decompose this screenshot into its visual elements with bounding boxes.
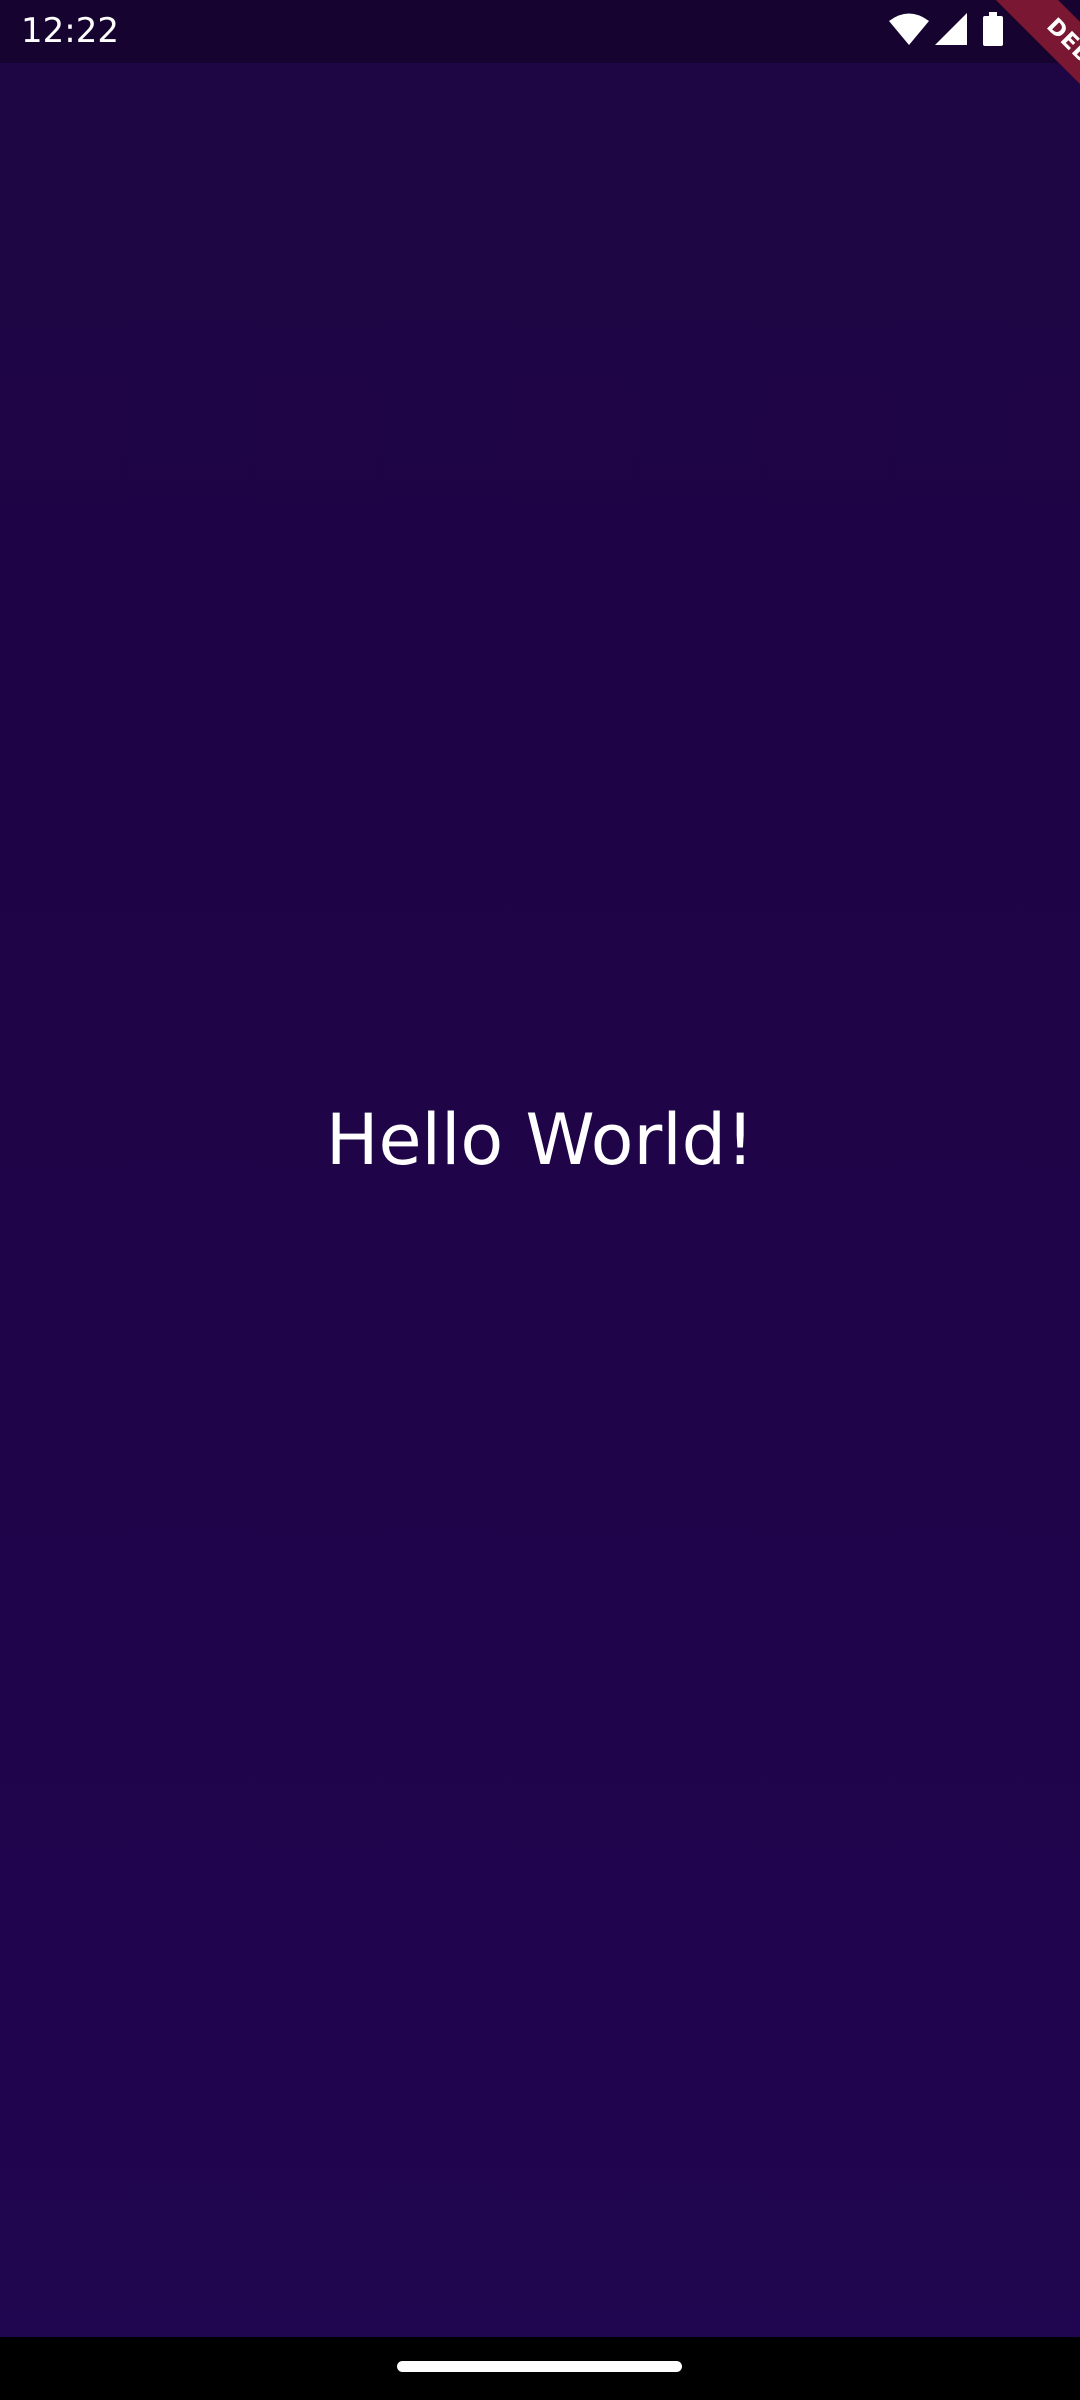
main-content xyxy=(0,63,1080,2337)
cellular-signal-icon xyxy=(935,13,967,45)
home-gesture-handle[interactable] xyxy=(397,2361,682,2372)
wifi-icon xyxy=(889,13,929,45)
hello-text: Hello World! xyxy=(325,1099,755,1181)
status-time: 12:22 xyxy=(21,11,119,51)
battery-icon xyxy=(983,12,1003,46)
app-screen: 12:22 DEBUG Hello World! xyxy=(0,0,1080,2400)
status-bar: 12:22 xyxy=(0,0,1080,63)
navigation-bar xyxy=(0,2337,1080,2400)
